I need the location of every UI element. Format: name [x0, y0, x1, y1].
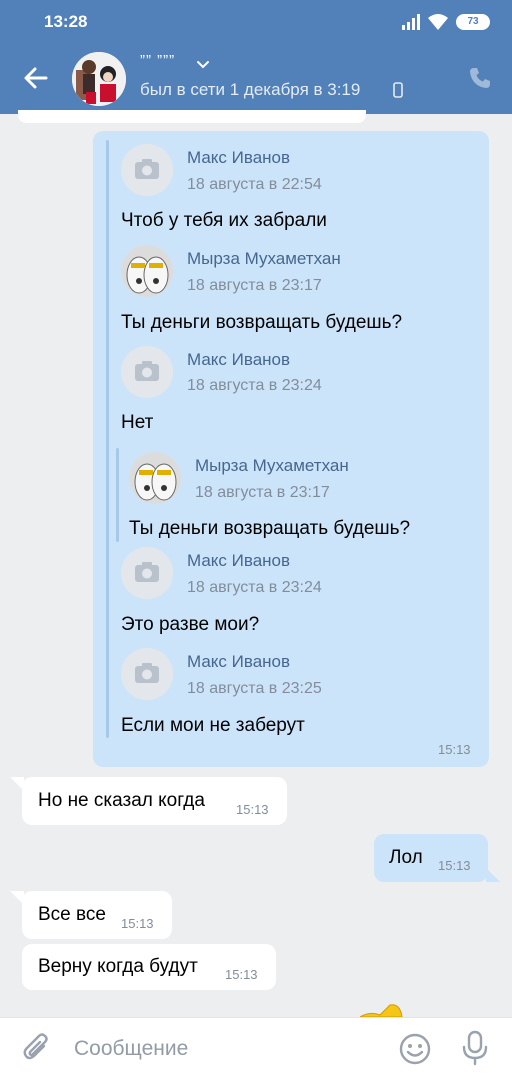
- bubble-tail: [486, 868, 500, 882]
- message-time: 15:13: [236, 802, 269, 817]
- forwarded-text: Нет: [121, 412, 154, 433]
- forwarded-date: 18 августа в 22:54: [187, 176, 322, 193]
- forwarded-quote-line: [106, 140, 109, 738]
- signal-icon: [402, 14, 420, 30]
- avatar-image: [72, 52, 126, 106]
- previous-message-bubble: [18, 110, 366, 123]
- mobile-device-icon: [393, 82, 403, 98]
- message-text: Но не сказал когда: [38, 790, 205, 811]
- user-avatar: [129, 452, 181, 504]
- forwarded-text: Это разве мои?: [121, 614, 260, 635]
- chevron-down-icon[interactable]: [196, 60, 210, 70]
- forwarded-author[interactable]: Макс Иванов: [187, 350, 290, 370]
- chat-header: 13:28 73 ”” ””” был в сети 1 декабря в 3…: [0, 0, 512, 114]
- camera-placeholder-avatar: [121, 648, 173, 700]
- camera-icon: [121, 346, 173, 398]
- message-text: Верну когда будут: [38, 956, 198, 977]
- forwarded-author[interactable]: Макс Иванов: [187, 652, 290, 672]
- last-seen-status: был в сети 1 декабря в 3:19: [140, 80, 361, 99]
- forwarded-text: Ты деньги возвращать будешь?: [121, 312, 403, 333]
- status-time: 13:28: [44, 12, 88, 31]
- forwarded-text: Если мои не заберут: [121, 715, 305, 736]
- forwarded-author[interactable]: Макс Иванов: [187, 148, 290, 168]
- forwarded-date: 18 августа в 23:17: [195, 484, 330, 501]
- camera-icon: [121, 144, 173, 196]
- status-bar: 13:28 73: [0, 0, 512, 44]
- sticker-icon: [360, 1004, 403, 1017]
- message-text: Лол: [389, 847, 423, 868]
- avatar-image: [129, 452, 181, 504]
- forwarded-text: Чтоб у тебя их забрали: [121, 210, 327, 231]
- forwarded-date: 18 августа в 23:17: [187, 277, 322, 294]
- chat-title[interactable]: ”” ”””: [140, 52, 175, 69]
- message-time: 15:13: [121, 916, 154, 931]
- camera-icon: [121, 547, 173, 599]
- message-time: 15:13: [438, 858, 471, 873]
- forwarded-author[interactable]: Мырза Мухаметхан: [187, 249, 341, 269]
- avatar-image: [121, 245, 173, 297]
- camera-placeholder-avatar: [121, 346, 173, 398]
- phone-call-icon[interactable]: [468, 66, 492, 90]
- microphone-icon[interactable]: [460, 1030, 490, 1066]
- camera-placeholder-avatar: [121, 547, 173, 599]
- emoji-smile-icon[interactable]: [398, 1032, 432, 1066]
- forwarded-text: Ты деньги возвращать будешь?: [129, 518, 411, 539]
- forwarded-date: 18 августа в 23:24: [187, 579, 322, 596]
- battery-icon: 73: [456, 14, 490, 30]
- message-text: Все все: [38, 904, 106, 925]
- message-time: 15:13: [438, 742, 471, 757]
- user-avatar: [121, 245, 173, 297]
- camera-placeholder-avatar: [121, 144, 173, 196]
- camera-icon: [121, 648, 173, 700]
- paperclip-icon[interactable]: [22, 1032, 52, 1064]
- forwarded-author[interactable]: Макс Иванов: [187, 551, 290, 571]
- contact-avatar[interactable]: [72, 52, 126, 106]
- back-arrow-icon[interactable]: [20, 62, 52, 94]
- wifi-icon: [428, 14, 448, 30]
- message-input[interactable]: [74, 1032, 374, 1066]
- nested-quote-line: [116, 448, 119, 542]
- message-composer: [0, 1017, 512, 1080]
- forwarded-date: 18 августа в 23:24: [187, 377, 322, 394]
- message-time: 15:13: [225, 967, 258, 982]
- forwarded-date: 18 августа в 23:25: [187, 680, 322, 697]
- forwarded-author[interactable]: Мырза Мухаметхан: [195, 456, 349, 476]
